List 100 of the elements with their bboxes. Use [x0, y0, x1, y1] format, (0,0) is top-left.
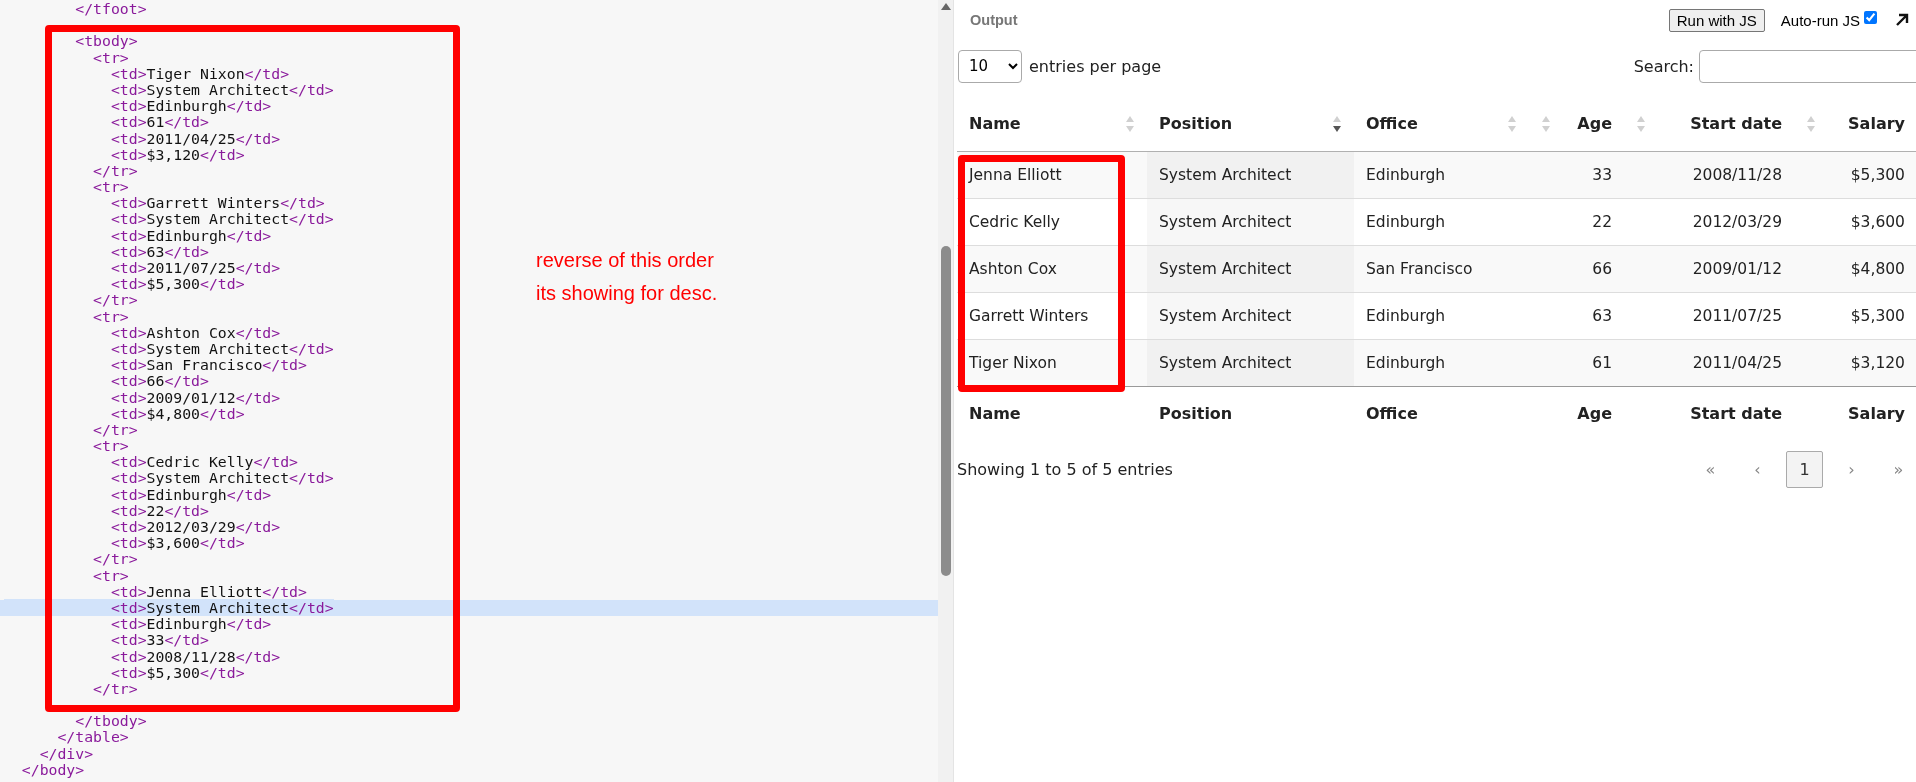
table-cell: 22: [1529, 198, 1624, 246]
column-header[interactable]: Position: [1147, 96, 1354, 152]
code-line: </tr>: [92, 679, 138, 697]
code-line: <td>2012/03/29</td>: [109, 518, 281, 535]
code-line: <td>Edinburgh</td>: [109, 226, 272, 244]
column-header[interactable]: Start date: [1624, 96, 1794, 152]
code-line: </body>: [20, 760, 85, 778]
table-cell: Garrett Winters: [957, 292, 1147, 340]
table-cell: Edinburgh: [1354, 198, 1529, 246]
search-field[interactable]: [1699, 49, 1916, 83]
code-line: <td>System Architect</td>: [109, 210, 334, 228]
table-cell: 33: [1529, 151, 1624, 199]
column-footer: Start date: [1624, 386, 1794, 439]
code-line: <td>2011/07/25</td>: [109, 259, 281, 276]
table-cell: $5,300: [1794, 292, 1916, 340]
code-line: <td>2008/11/28</td>: [109, 647, 281, 665]
code-line: <td>System Architect</td>: [109, 339, 334, 357]
table-cell: $4,800: [1794, 245, 1916, 293]
code-line: <td>33</td>: [109, 631, 209, 649]
table-cell: 2011/04/25: [1624, 339, 1794, 387]
search-label: Search:: [1633, 56, 1694, 76]
code-line: </tfoot>: [74, 0, 147, 17]
page-size-label: entries per page: [1029, 56, 1163, 76]
column-footer: Salary: [1794, 386, 1916, 439]
code-line: <td>Edinburgh</td>: [109, 97, 272, 115]
table-cell: System Architect: [1147, 198, 1354, 246]
code-line: <td>Garrett Winters</td>: [109, 194, 325, 212]
column-footer: Office: [1354, 386, 1529, 439]
code-line: </tbody>: [74, 712, 147, 730]
code-line: <tr>: [92, 566, 129, 584]
table-cell: 2011/07/25: [1624, 292, 1794, 340]
table-cell: 66: [1529, 245, 1624, 293]
code-line: <td>$5,300</td>: [109, 663, 245, 681]
table-cell: 2009/01/12: [1624, 245, 1794, 293]
code-line: </tr>: [92, 161, 138, 179]
table-info: Showing 1 to 5 of 5 entries: [957, 459, 1174, 479]
code-line: <tr>: [92, 307, 129, 325]
table-cell: Ashton Cox: [957, 245, 1147, 293]
column-footer: Age: [1529, 386, 1624, 439]
table-cell: San Francisco: [1354, 245, 1529, 293]
auto-run-label: Auto-run JS: [1780, 11, 1860, 29]
table-cell: Tiger Nixon: [957, 339, 1147, 387]
code-line: <td>Tiger Nixon</td>: [109, 64, 290, 82]
code-line: <tr>: [92, 437, 129, 455]
table-cell: Cedric Kelly: [957, 198, 1147, 246]
sort-icon[interactable]: [1332, 114, 1342, 133]
column-header[interactable]: Name: [957, 96, 1147, 152]
code-line: <td>Jenna Elliott</td>: [109, 582, 307, 600]
table-cell: $5,300: [1794, 151, 1916, 199]
code-line: <td>61</td>: [109, 113, 209, 131]
table-cell: Edinburgh: [1354, 151, 1529, 199]
code-line: <td>Cedric Kelly</td>: [109, 453, 298, 471]
code-line: <tr>: [93, 48, 129, 66]
code-line: <td>2009/01/12</td>: [109, 388, 281, 406]
table-cell: $3,600: [1794, 198, 1916, 246]
code-line: </tr>: [92, 420, 138, 438]
scroll-up-icon[interactable]: [940, 3, 951, 10]
code-line: <td>Ashton Cox</td>: [109, 323, 281, 341]
code-line: <td>63</td>: [109, 242, 209, 260]
output-title: Output: [970, 12, 1019, 28]
code-line: </div>: [38, 744, 94, 762]
code-line: <td>66</td>: [109, 372, 209, 390]
code-line: <td>$3,600</td>: [109, 534, 245, 552]
code-line: <td>San Francisco</td>: [109, 356, 307, 374]
table-cell: System Architect: [1147, 292, 1354, 340]
table-cell: $3,120: [1794, 339, 1916, 387]
code-editor[interactable]: [0, 0, 938, 782]
table-cell: Edinburgh: [1354, 292, 1529, 340]
code-line: <td>$3,120</td>: [109, 145, 245, 163]
column-header[interactable]: Office: [1354, 96, 1529, 152]
table-cell: System Architect: [1147, 151, 1354, 199]
code-line: <tbody>: [74, 32, 138, 50]
table-cell: 2012/03/29: [1624, 198, 1794, 246]
code-line: </tr>: [92, 550, 138, 568]
code-line: </tr>: [92, 291, 138, 309]
auto-run-checkbox[interactable]: [1864, 10, 1877, 24]
code-line: <td>Edinburgh</td>: [109, 615, 272, 633]
run-button[interactable]: Run with JS: [1668, 8, 1765, 32]
scrollbar[interactable]: [938, 0, 953, 782]
code-line: <td>$4,800</td>: [109, 404, 245, 422]
code-line: <td>2011/04/25</td>: [109, 129, 281, 147]
code-line: <tr>: [92, 178, 129, 196]
arrow-icon[interactable]: [1895, 13, 1909, 27]
table-cell: 61: [1529, 339, 1624, 387]
table-cell: System Architect: [1147, 245, 1354, 293]
scroll-thumb[interactable]: [940, 246, 951, 576]
code-line: <td>22</td>: [109, 501, 209, 519]
table-cell: System Architect: [1147, 339, 1354, 387]
code-line: <td>System Architect</td>: [109, 469, 334, 487]
code-line: <td>$5,300</td>: [109, 275, 245, 293]
column-header[interactable]: Salary: [1794, 96, 1916, 152]
page-button[interactable]: 1: [1786, 450, 1823, 488]
table-cell: 63: [1529, 292, 1624, 340]
column-footer: Position: [1147, 386, 1354, 439]
annotation-note: reverse of this order its showing for desc.: [536, 248, 718, 306]
column-header[interactable]: Age: [1529, 96, 1624, 152]
table-cell: 2008/11/28: [1624, 151, 1794, 199]
table-cell: Edinburgh: [1354, 339, 1529, 387]
code-line: <td>Edinburgh</td>: [109, 485, 272, 503]
page-size-select[interactable]: 10: [958, 49, 1022, 83]
